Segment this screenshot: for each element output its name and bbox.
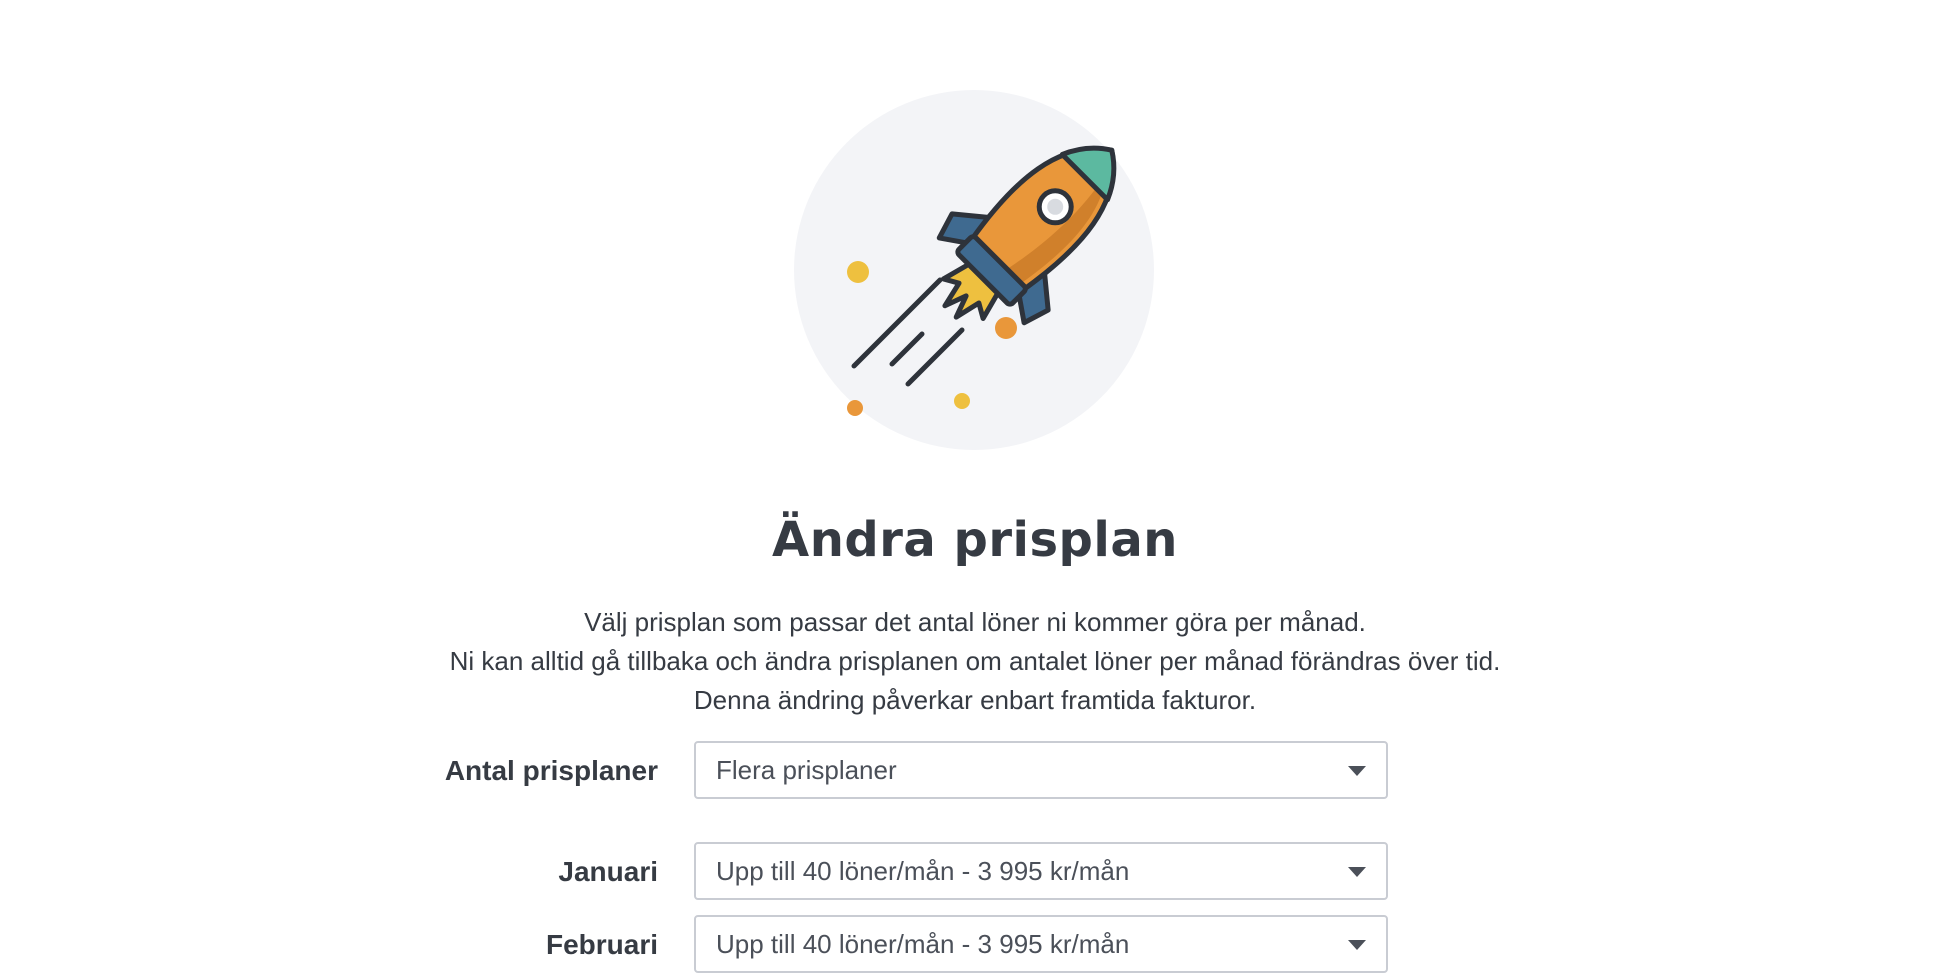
month-plan-select[interactable]: Upp till 40 löner/mån - 3 995 kr/mån [694, 842, 1388, 900]
month-plan-value: Upp till 40 löner/mån - 3 995 kr/mån [716, 929, 1130, 959]
month-label: Januari [558, 856, 658, 887]
month-label: Februari [545, 929, 658, 960]
month-row-januari: Januari Upp till 40 löner/mån - 3 995 kr… [0, 842, 1950, 902]
chevron-down-icon [1348, 867, 1366, 877]
month-plan-select[interactable]: Upp till 40 löner/mån - 3 995 kr/mån [694, 915, 1388, 973]
rocket-illustration [792, 88, 1156, 452]
plan-count-value: Flera prisplaner [716, 755, 897, 785]
chevron-down-icon [1348, 940, 1366, 950]
month-row-februari: Februari Upp till 40 löner/mån - 3 995 k… [0, 915, 1950, 975]
intro-line-2: Ni kan alltid gå tillbaka och ändra pris… [449, 646, 1501, 676]
intro-line-1: Välj prisplan som passar det antal löner… [584, 607, 1366, 637]
plan-count-label: Antal prisplaner [444, 755, 658, 786]
plan-count-row: Antal prisplaner Flera prisplaner [0, 741, 1950, 801]
rocket-icon [794, 90, 1154, 450]
intro-text: Välj prisplan som passar det antal löner… [0, 603, 1950, 720]
intro-line-3: Denna ändring påverkar enbart framtida f… [693, 685, 1257, 715]
month-plan-value: Upp till 40 löner/mån - 3 995 kr/mån [716, 856, 1130, 886]
page-title: Ändra prisplan [772, 512, 1178, 568]
plan-count-select[interactable]: Flera prisplaner [694, 741, 1388, 799]
chevron-down-icon [1348, 766, 1366, 776]
